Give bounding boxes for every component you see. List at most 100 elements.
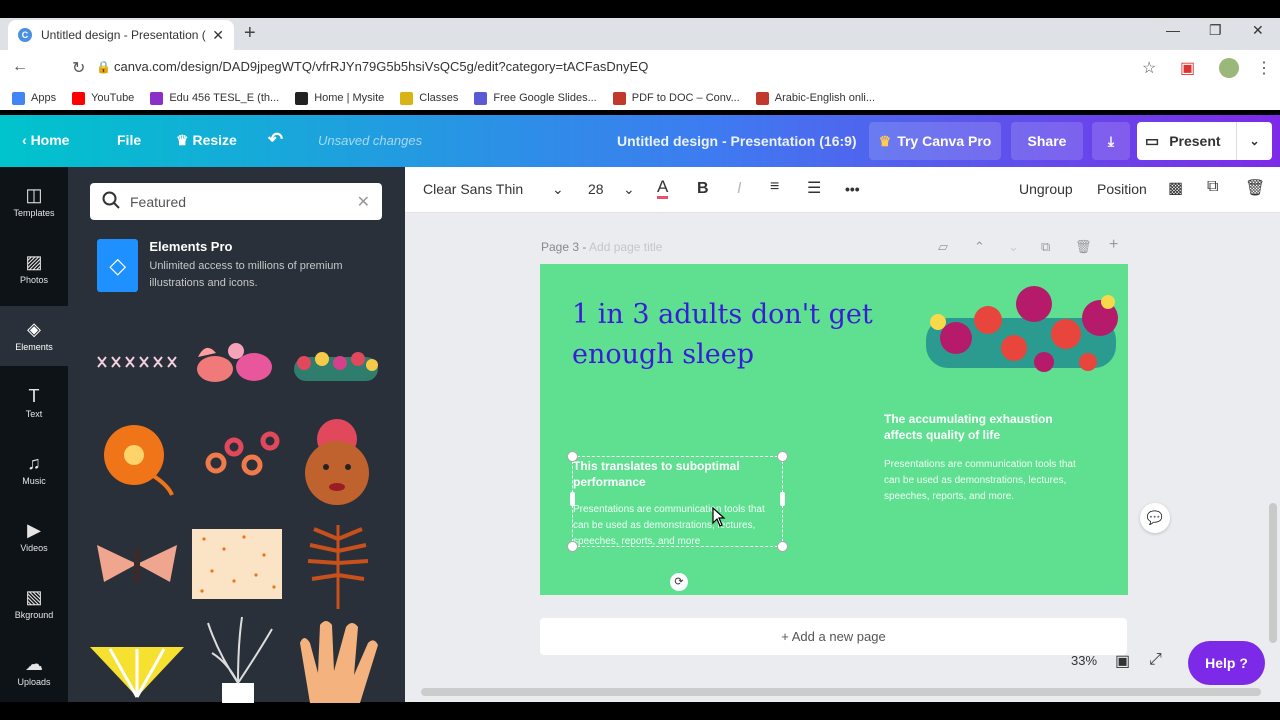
- orange-flower-element[interactable]: [92, 415, 182, 499]
- new-tab-icon[interactable]: +: [244, 22, 256, 45]
- align-icon[interactable]: ≡: [770, 178, 779, 196]
- present-button[interactable]: ▭ Present ⌄: [1137, 122, 1272, 160]
- reload-icon[interactable]: ↻: [72, 58, 85, 78]
- fullscreen-icon[interactable]: ⤢: [1149, 651, 1162, 669]
- back-icon[interactable]: ←: [12, 58, 28, 76]
- chevron-down-icon[interactable]: ⌄: [623, 181, 635, 198]
- resize-handle[interactable]: [567, 541, 578, 552]
- duplicate-icon[interactable]: ⧉: [1207, 178, 1218, 196]
- file-menu[interactable]: File: [117, 132, 141, 148]
- column2-heading[interactable]: The accumulating exhaustion affects qual…: [884, 411, 1094, 443]
- move-up-icon[interactable]: ⌃: [974, 239, 985, 255]
- flower-bouquet-image[interactable]: [916, 278, 1128, 382]
- elements-pro-promo[interactable]: ◇ Elements Pro Unlimited access to milli…: [97, 239, 387, 295]
- chevron-down-icon[interactable]: ⌄: [1236, 122, 1272, 160]
- position-button[interactable]: Position: [1097, 181, 1147, 197]
- bookmark-item[interactable]: Home | Mysite: [295, 91, 385, 105]
- duplicate-page-icon[interactable]: ⧉: [1041, 239, 1050, 255]
- rail-item-videos[interactable]: ▶ Videos: [0, 507, 68, 567]
- speckled-paper-element[interactable]: [190, 525, 284, 601]
- potted-plant-element[interactable]: [198, 613, 278, 703]
- fern-leaf-element[interactable]: [300, 519, 376, 611]
- try-canva-pro-button[interactable]: ♛ Try Canva Pro: [869, 122, 1001, 160]
- column2-body[interactable]: Presentations are communication tools th…: [884, 457, 1094, 505]
- rail-item-uploads[interactable]: ☁ Uploads: [0, 641, 68, 701]
- vertical-scrollbar[interactable]: [1269, 503, 1277, 643]
- ungroup-button[interactable]: Ungroup: [1019, 181, 1073, 197]
- page-grid-icon[interactable]: ▣: [1115, 651, 1130, 671]
- more-options-icon[interactable]: •••: [845, 181, 860, 197]
- close-tab-icon[interactable]: ✕: [212, 27, 224, 44]
- yellow-sunburst-element[interactable]: [90, 627, 184, 699]
- transparency-icon[interactable]: ▩: [1168, 178, 1183, 198]
- slide-headline[interactable]: 1 in 3 adults don't get enough sleep: [572, 295, 932, 375]
- italic-icon[interactable]: I: [737, 180, 741, 198]
- resize-handle[interactable]: [777, 451, 788, 462]
- rotate-icon[interactable]: ⟳: [670, 573, 688, 591]
- selection-box[interactable]: [572, 456, 783, 547]
- home-button[interactable]: ‹ Home: [22, 132, 69, 148]
- add-new-page-button[interactable]: + Add a new page: [540, 618, 1127, 655]
- profile-avatar[interactable]: [1219, 58, 1239, 78]
- resize-button[interactable]: ♛ Resize: [176, 132, 237, 149]
- side-rail: ◫ Templates ▨ Photos ◈ Elements T Text ♫ Music ▶ Vi…: [0, 167, 68, 702]
- woman-flower-crown-element[interactable]: [294, 417, 380, 513]
- bookmark-label: Home | Mysite: [314, 92, 385, 104]
- side-handle[interactable]: [570, 492, 575, 506]
- minimize-icon[interactable]: —: [1166, 22, 1180, 38]
- cross-stitch-element[interactable]: [96, 351, 182, 375]
- rail-item-bkground[interactable]: ▧ Bkground: [0, 574, 68, 634]
- coral-hand-element[interactable]: [290, 613, 380, 703]
- bookmark-item[interactable]: YouTube: [72, 91, 134, 105]
- flower-wreath-element[interactable]: [290, 341, 382, 385]
- share-button[interactable]: Share: [1011, 122, 1083, 160]
- bookmark-item[interactable]: Classes: [400, 91, 458, 105]
- slide-canvas[interactable]: 1 in 3 adults don't get enough sleep The…: [540, 264, 1128, 595]
- bookmark-item[interactable]: Apps: [12, 91, 56, 105]
- lock-icon: 🔒: [96, 60, 111, 74]
- browser-menu-icon[interactable]: ⋮: [1256, 58, 1272, 78]
- font-family-select[interactable]: Clear Sans Thin: [423, 181, 523, 197]
- design-title[interactable]: Untitled design - Presentation (16:9): [617, 133, 857, 149]
- moth-element[interactable]: [92, 537, 182, 591]
- bookmark-item[interactable]: Arabic-English onli...: [755, 91, 875, 105]
- download-icon[interactable]: ⤓: [1092, 122, 1130, 160]
- list-icon[interactable]: ☰: [807, 178, 821, 198]
- cherubs-element[interactable]: [190, 337, 282, 391]
- notes-icon[interactable]: ▱: [938, 239, 948, 255]
- bookmark-star-icon[interactable]: ☆: [1142, 58, 1156, 78]
- comment-icon[interactable]: 💬: [1140, 503, 1170, 533]
- clear-search-icon[interactable]: ✕: [357, 192, 370, 212]
- delete-page-icon[interactable]: 🗑: [1075, 239, 1092, 255]
- add-page-icon[interactable]: +: [1109, 236, 1118, 254]
- delete-icon[interactable]: 🗑: [1245, 178, 1265, 198]
- rail-item-elements[interactable]: ◈ Elements: [0, 306, 68, 366]
- side-handle[interactable]: [780, 492, 785, 506]
- url-field[interactable]: canva.com/design/DAD9jpegWTQ/vfrRJYn79G5…: [114, 59, 648, 74]
- bookmark-item[interactable]: Edu 456 TESL_E (th...: [150, 91, 279, 105]
- help-button[interactable]: Help ?: [1188, 641, 1265, 685]
- donut-flowers-element[interactable]: [204, 429, 282, 481]
- chevron-down-icon[interactable]: ⌄: [552, 181, 564, 198]
- close-window-icon[interactable]: ✕: [1252, 22, 1264, 39]
- rail-item-music[interactable]: ♫ Music: [0, 440, 68, 500]
- font-size-input[interactable]: 28: [588, 181, 604, 197]
- browser-tab[interactable]: C Untitled design - Presentation (1 ✕: [8, 20, 234, 50]
- text-color-icon[interactable]: A: [657, 178, 669, 199]
- page-title-input[interactable]: Add page title: [589, 240, 662, 254]
- bookmark-item[interactable]: Free Google Slides...: [474, 91, 597, 105]
- search-input[interactable]: Featured ✕: [90, 183, 382, 220]
- resize-handle[interactable]: [777, 541, 788, 552]
- horizontal-scrollbar[interactable]: [421, 688, 1261, 696]
- rail-item-photos[interactable]: ▨ Photos: [0, 239, 68, 299]
- extension-icon[interactable]: ▣: [1180, 58, 1195, 78]
- bookmark-item[interactable]: PDF to DOC – Conv...: [612, 91, 740, 105]
- undo-icon[interactable]: ↶: [268, 129, 283, 150]
- rail-item-text[interactable]: T Text: [0, 373, 68, 433]
- restore-icon[interactable]: ❐: [1209, 22, 1222, 39]
- zoom-level[interactable]: 33%: [1071, 653, 1097, 668]
- rail-item-templates[interactable]: ◫ Templates: [0, 172, 68, 232]
- move-down-icon[interactable]: ⌄: [1008, 239, 1019, 255]
- bold-icon[interactable]: B: [697, 180, 709, 198]
- resize-handle[interactable]: [567, 451, 578, 462]
